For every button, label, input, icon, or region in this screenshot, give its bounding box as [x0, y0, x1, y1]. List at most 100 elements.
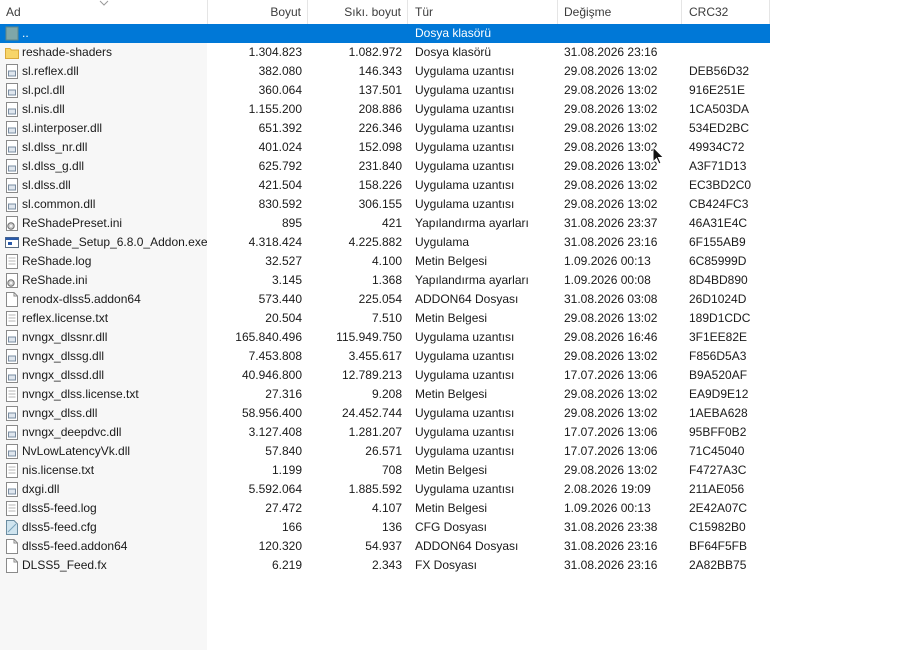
packed-size-cell: 3.455.617 [348, 349, 402, 363]
packed-size-cell: 4.107 [371, 501, 402, 515]
crc32-cell: EA9D9E12 [689, 387, 749, 401]
table-row[interactable]: renodx-dlss5.addon64 573.440 225.054 ADDON6… [0, 290, 770, 309]
column-header-size[interactable]: Boyut [208, 0, 308, 24]
table-row[interactable]: ReShade.ini 3.145 1.368 Yapılandırma ayarla… [0, 271, 770, 290]
size-cell: 3.145 [271, 273, 302, 287]
file-name-cell: ReShade.ini [22, 273, 88, 287]
size-cell: 120.320 [258, 539, 302, 553]
crc32-cell: A3F71D13 [689, 159, 747, 173]
file-name-cell: NvLowLatencyVk.dll [22, 444, 131, 458]
file-name-cell: .. [22, 26, 29, 40]
table-row[interactable]: sl.reflex.dll 382.080 146.343 Uygulama uzan… [0, 62, 770, 81]
table-row[interactable]: ReShade_Setup_6.8.0_Addon.exe 4.318.424 4.… [0, 233, 770, 252]
crc32-cell: CB424FC3 [689, 197, 749, 211]
column-header-type[interactable]: Tür [408, 0, 558, 24]
table-row[interactable]: DLSS5_Feed.fx 6.219 2.343 FX Dosyası 31.08.2… [0, 556, 770, 575]
table-row[interactable]: dlss5-feed.addon64 120.320 54.937 ADDON64 D… [0, 537, 770, 556]
file-name-cell: reshade-shaders [22, 45, 113, 59]
column-header-packed-size[interactable]: Sıkı. boyut [308, 0, 408, 24]
modified-cell: 29.08.2026 13:02 [564, 387, 658, 401]
table-row-selected[interactable]: .. Dosya klasörü [0, 24, 770, 43]
file-name-cell: sl.interposer.dll [22, 121, 103, 135]
size-cell: 895 [281, 216, 302, 230]
crc32-cell: BF64F5FB [689, 539, 748, 553]
crc32-cell: 26D1024D [689, 292, 747, 306]
packed-size-cell: 231.840 [358, 159, 402, 173]
crc32-cell: 1AEBA628 [689, 406, 748, 420]
crc32-cell [682, 24, 770, 43]
column-header-crc32[interactable]: CRC32 [682, 0, 770, 24]
packed-size-cell: 1.281.207 [348, 425, 402, 439]
crc32-cell: F856D5A3 [689, 349, 747, 363]
crc32-cell: 1CA503DA [689, 102, 750, 116]
table-row[interactable]: dxgi.dll 5.592.064 1.885.592 Uygulama uzant… [0, 480, 770, 499]
crc32-cell: 46A31E4C [689, 216, 748, 230]
table-row[interactable]: nvngx_dlss.license.txt 27.316 9.208 Metin B… [0, 385, 770, 404]
modified-cell: 1.09.2026 00:08 [564, 273, 651, 287]
file-name-cell: nvngx_dlss.license.txt [22, 387, 139, 401]
packed-size-cell: 1.885.592 [348, 482, 402, 496]
file-name-cell: dlss5-feed.log [22, 501, 97, 515]
modified-cell [558, 24, 682, 43]
file-name-cell: dxgi.dll [22, 482, 60, 496]
type-cell: Uygulama [415, 235, 470, 249]
table-row[interactable]: dlss5-feed.cfg 166 136 CFG Dosyası 31.08.202… [0, 518, 770, 537]
file-name-cell: DLSS5_Feed.fx [22, 558, 107, 572]
type-cell: Metin Belgesi [415, 254, 488, 268]
file-name-cell: ReShadePreset.ini [22, 216, 123, 230]
type-cell: Uygulama uzantısı [415, 178, 515, 192]
modified-cell: 31.08.2026 23:16 [564, 558, 658, 572]
table-row[interactable]: NvLowLatencyVk.dll 57.840 26.571 Uygulama u… [0, 442, 770, 461]
modified-cell: 31.08.2026 23:37 [564, 216, 658, 230]
table-row[interactable]: nvngx_dlssnr.dll 165.840.496 115.949.750 Uy… [0, 328, 770, 347]
table-row[interactable]: ReShadePreset.ini 895 421 Yapılandırma ayar… [0, 214, 770, 233]
crc32-cell: 189D1CDC [689, 311, 751, 325]
table-row[interactable]: reshade-shaders 1.304.823 1.082.972 Dosya k… [0, 43, 770, 62]
size-cell: 1.155.200 [248, 102, 302, 116]
modified-cell: 1.09.2026 00:13 [564, 254, 651, 268]
table-row[interactable]: sl.pcl.dll 360.064 137.501 Uygulama uzantıs… [0, 81, 770, 100]
size-cell [208, 24, 308, 43]
packed-size-cell: 54.937 [365, 539, 402, 553]
packed-size-cell: 1.368 [371, 273, 402, 287]
file-name-cell: ReShade_Setup_6.8.0_Addon.exe [22, 235, 208, 249]
table-row[interactable]: sl.common.dll 830.592 306.155 Uygulama uzan… [0, 195, 770, 214]
modified-cell: 17.07.2026 13:06 [564, 368, 658, 382]
file-list: .. Dosya klasörü reshade-shaders 1.304.823 1… [0, 24, 770, 575]
table-row[interactable]: reflex.license.txt 20.504 7.510 Metin Belge… [0, 309, 770, 328]
modified-cell: 31.08.2026 23:38 [564, 520, 658, 534]
type-cell: Uygulama uzantısı [415, 83, 515, 97]
table-row[interactable]: sl.nis.dll 1.155.200 208.886 Uygulama uzant… [0, 100, 770, 119]
crc32-cell: 3F1EE82E [689, 330, 748, 344]
table-row[interactable]: nvngx_dlssd.dll 40.946.800 12.789.213 Uygul… [0, 366, 770, 385]
table-row[interactable]: nvngx_dlss.dll 58.956.400 24.452.744 Uygula… [0, 404, 770, 423]
modified-cell: 17.07.2026 13:06 [564, 425, 658, 439]
crc32-cell: 6C85999D [689, 254, 747, 268]
table-row[interactable]: nvngx_deepdvc.dll 3.127.408 1.281.207 Uygul… [0, 423, 770, 442]
type-cell: Uygulama uzantısı [415, 330, 515, 344]
table-row[interactable]: dlss5-feed.log 27.472 4.107 Metin Belgesi 1.… [0, 499, 770, 518]
file-name-cell: sl.dlss_nr.dll [22, 140, 88, 154]
modified-cell: 29.08.2026 13:02 [564, 178, 658, 192]
table-row[interactable]: nvngx_dlssg.dll 7.453.808 3.455.617 Uygulam… [0, 347, 770, 366]
packed-size-cell: 1.082.972 [348, 45, 402, 59]
table-row[interactable]: sl.dlss.dll 421.504 158.226 Uygulama uzantı… [0, 176, 770, 195]
type-cell: Dosya klasörü [415, 26, 492, 40]
column-header-modified[interactable]: Değişme [558, 0, 682, 24]
crc32-cell: C15982B0 [689, 520, 746, 534]
type-cell: Metin Belgesi [415, 311, 488, 325]
type-cell: ADDON64 Dosyası [415, 292, 519, 306]
type-cell: Uygulama uzantısı [415, 425, 515, 439]
file-name-cell: sl.dlss.dll [22, 178, 71, 192]
table-row[interactable]: sl.interposer.dll 651.392 226.346 Uygulama … [0, 119, 770, 138]
file-name-cell: dlss5-feed.addon64 [22, 539, 128, 553]
table-row[interactable]: ReShade.log 32.527 4.100 Metin Belgesi 1.09.… [0, 252, 770, 271]
modified-cell: 29.08.2026 13:02 [564, 406, 658, 420]
type-cell: CFG Dosyası [415, 520, 488, 534]
type-cell: Uygulama uzantısı [415, 64, 515, 78]
size-cell: 7.453.808 [248, 349, 302, 363]
column-header-name-label: Ad [6, 5, 21, 19]
table-row[interactable]: nis.license.txt 1.199 708 Metin Belgesi 29.0… [0, 461, 770, 480]
packed-size-cell: 152.098 [358, 140, 402, 154]
modified-cell: 29.08.2026 16:46 [564, 330, 658, 344]
